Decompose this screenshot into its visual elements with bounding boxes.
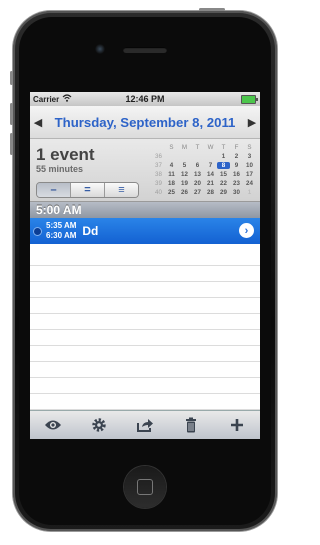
mini-calendar-day[interactable]: 10 [243,162,256,169]
mini-calendar-day[interactable]: 22 [217,180,230,187]
mini-calendar-week: 38 11 12 13 14 15 16 17 [152,170,256,179]
event-count: 1 event [36,145,95,164]
event-end-time: 6:30 AM [46,231,77,240]
home-button[interactable] [124,466,166,508]
mini-calendar-day[interactable]: 28 [204,189,217,196]
mini-calendar-week: 40 25 26 27 28 29 30 1 [152,188,256,197]
sleep-button [199,8,225,11]
next-day-arrow-icon[interactable]: ▶ [244,116,260,129]
date-title[interactable]: Thursday, September 8, 2011 [55,115,236,130]
mute-switch [10,71,13,85]
calendar-color-dot-icon [34,227,41,235]
mini-calendar-day[interactable]: 30 [230,189,243,196]
view-medium-button[interactable]: = [71,183,105,197]
day-summary: 1 event 55 minutes – = ≡ S M T W T F S 3… [30,139,260,202]
volume-down-button [10,133,13,155]
battery-icon [241,95,258,104]
weekday-label: W [207,144,214,151]
mini-calendar-week: 36 1 2 3 [152,152,256,161]
mini-calendar-day[interactable]: 27 [191,189,204,196]
day-timeline-grid[interactable] [30,250,260,411]
mini-calendar-day[interactable]: 12 [178,171,191,178]
mini-calendar-day[interactable]: 7 [204,162,217,169]
mini-calendar-day[interactable]: 2 [230,153,243,160]
mini-calendar-selected-day[interactable]: 8 [217,162,230,169]
mini-calendar-day[interactable]: 24 [243,180,256,187]
mini-calendar-day[interactable]: 4 [165,162,178,169]
share-icon[interactable] [130,414,160,436]
mini-calendar-weekdays: S M T W T F S [152,143,256,152]
weekday-label: S [169,144,174,151]
mini-calendar-day[interactable]: 19 [178,180,191,187]
event-row[interactable]: 5:35 AM 6:30 AM Dd › [30,218,260,244]
mini-calendar-day[interactable]: 26 [178,189,191,196]
mini-calendar-day[interactable]: 3 [243,153,256,160]
week-number: 37 [155,162,162,169]
status-bar: Carrier 12:46 PM [30,92,260,106]
weekday-label: M [181,144,188,151]
mini-calendar-day[interactable]: 15 [217,171,230,178]
eye-icon[interactable] [38,414,68,436]
disclosure-chevron-icon[interactable]: › [239,223,254,238]
mini-calendar-day[interactable]: 18 [165,180,178,187]
weekday-label: S [247,144,252,151]
mini-calendar-day[interactable]: 21 [204,180,217,187]
week-number: 36 [155,153,162,160]
mini-calendar-day[interactable]: 11 [165,171,178,178]
mini-calendar-day[interactable]: 5 [178,162,191,169]
hour-header: 5:00 AM [30,202,260,218]
event-times: 5:35 AM 6:30 AM [46,221,76,241]
view-list-button[interactable]: ≡ [105,183,138,197]
mini-calendar-day[interactable]: 16 [230,171,243,178]
mini-calendar-day[interactable]: 9 [230,162,243,169]
mini-calendar-day[interactable]: 23 [230,180,243,187]
mini-calendar-day[interactable]: 6 [191,162,204,169]
gear-icon[interactable] [84,414,114,436]
week-number: 39 [155,180,162,187]
mini-calendar-day[interactable]: 20 [191,180,204,187]
mini-calendar-day[interactable]: 1 [217,153,230,160]
weekday-label: F [234,144,239,151]
trash-icon[interactable] [176,414,206,436]
mini-calendar-week: 37 4 5 6 7 8 9 10 [152,161,256,170]
bottom-toolbar [30,410,260,439]
add-icon[interactable] [222,414,252,436]
event-duration: 55 minutes [36,164,84,174]
mini-calendar-day[interactable]: 17 [243,171,256,178]
week-number: 40 [155,189,162,196]
previous-day-arrow-icon[interactable]: ◀ [30,116,46,129]
mini-calendar-day[interactable]: 25 [165,189,178,196]
weekday-label: T [195,144,200,151]
date-navigation: ◀ Thursday, September 8, 2011 ▶ [30,106,260,139]
mini-calendar: S M T W T F S 36 1 2 3 37 4 5 6 7 8 9 10 38 11 12 13 14 1… [152,143,256,197]
mini-calendar-day[interactable]: 29 [217,189,230,196]
mini-calendar-week: 39 18 19 20 21 22 23 24 [152,179,256,188]
camera-icon [95,44,105,54]
screen: Carrier 12:46 PM ◀ Thursday, September 8… [30,92,260,439]
weekday-label: T [221,144,226,151]
mini-calendar-day[interactable]: 1 [243,189,256,196]
view-compact-button[interactable]: – [37,183,71,197]
status-time: 12:46 PM [125,94,165,104]
event-title: Dd [82,224,99,238]
week-number: 38 [155,171,162,178]
mini-calendar-day[interactable]: 14 [204,171,217,178]
mini-calendar-day[interactable]: 13 [191,171,204,178]
volume-up-button [10,103,13,125]
speaker-grille [123,47,167,53]
event-start-time: 5:35 AM [46,221,77,230]
view-mode-segmented-control: – = ≡ [36,182,139,198]
